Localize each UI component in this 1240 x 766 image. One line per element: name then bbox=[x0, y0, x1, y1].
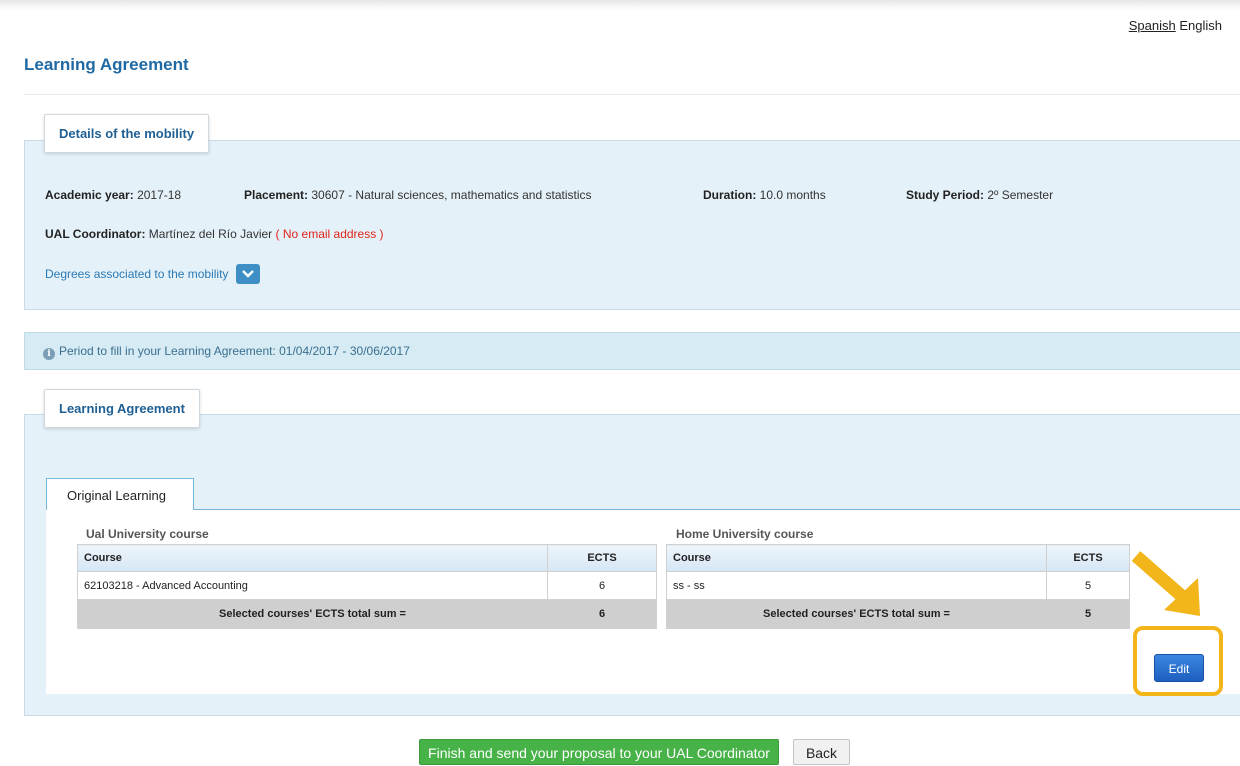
course-header: Course bbox=[666, 544, 1047, 572]
duration-label: Duration: bbox=[703, 188, 757, 202]
chevron-down-icon[interactable] bbox=[235, 264, 260, 284]
academic-year-label: Academic year: bbox=[45, 188, 134, 202]
no-email-notice: ( No email address ) bbox=[275, 227, 384, 241]
placement-value: 30607 - Natural sciences, mathematics an… bbox=[311, 188, 592, 202]
table-row: ss - ss 5 bbox=[666, 571, 1130, 600]
duration: Duration: 10.0 months bbox=[703, 188, 826, 202]
ual-coordinator: UAL Coordinator: Martínez del Río Javier… bbox=[45, 227, 384, 241]
back-button[interactable]: Back bbox=[793, 739, 850, 765]
ects-header: ECTS bbox=[1046, 544, 1130, 572]
course-header: Course bbox=[77, 544, 548, 572]
lang-english-label: English bbox=[1179, 18, 1222, 33]
mobility-details-panel: Academic year: 2017-18 Placement: 30607 … bbox=[24, 140, 1240, 310]
coordinator-label: UAL Coordinator: bbox=[45, 227, 146, 241]
table-row: 62103218 - Advanced Accounting 6 bbox=[77, 571, 657, 600]
lang-spanish-link[interactable]: Spanish bbox=[1129, 18, 1176, 33]
total-label: Selected courses' ECTS total sum = bbox=[666, 599, 1047, 629]
study-period-value: 2º Semester bbox=[987, 188, 1054, 202]
degrees-link[interactable]: Degrees associated to the mobility bbox=[45, 267, 228, 281]
placement: Placement: 30607 - Natural sciences, mat… bbox=[244, 188, 592, 202]
language-switcher: Spanish English bbox=[1129, 18, 1222, 33]
home-course-table: Course ECTS ss - ss 5 Selected courses' … bbox=[666, 544, 1130, 629]
ects-header: ECTS bbox=[547, 544, 657, 572]
details-tab: Details of the mobility bbox=[44, 114, 210, 153]
ual-course-table: Course ECTS 62103218 - Advanced Accounti… bbox=[77, 544, 657, 629]
period-text: Period to fill in your Learning Agreemen… bbox=[59, 344, 410, 358]
table-header-row: Course ECTS bbox=[77, 544, 657, 572]
ects-cell: 6 bbox=[547, 571, 657, 600]
total-value: 6 bbox=[547, 599, 657, 629]
learning-agreement-tab: Learning Agreement bbox=[44, 389, 200, 428]
top-shadow bbox=[0, 0, 1240, 10]
study-period-label: Study Period: bbox=[906, 188, 985, 202]
edit-button[interactable]: Edit bbox=[1154, 654, 1204, 682]
academic-year: Academic year: 2017-18 bbox=[45, 188, 181, 202]
ual-course-caption: Ual University course bbox=[86, 527, 209, 541]
home-course-caption: Home University course bbox=[676, 527, 814, 541]
academic-year-value: 2017-18 bbox=[137, 188, 182, 202]
ects-cell: 5 bbox=[1046, 571, 1130, 600]
duration-value: 10.0 months bbox=[759, 188, 826, 202]
course-cell: ss - ss bbox=[666, 571, 1047, 600]
page-title: Learning Agreement bbox=[24, 55, 189, 74]
finish-send-button[interactable]: Finish and send your proposal to your UA… bbox=[419, 739, 779, 765]
course-cell: 62103218 - Advanced Accounting bbox=[77, 571, 548, 600]
arrow-icon bbox=[1131, 551, 1200, 616]
total-row: Selected courses' ECTS total sum = 5 bbox=[666, 599, 1130, 629]
placement-label: Placement: bbox=[244, 188, 309, 202]
tab-original-learning[interactable]: Original Learning bbox=[46, 478, 194, 510]
degrees-toggle[interactable]: Degrees associated to the mobility bbox=[45, 264, 260, 285]
total-value: 5 bbox=[1046, 599, 1130, 629]
info-icon: i bbox=[43, 348, 55, 360]
table-header-row: Course ECTS bbox=[666, 544, 1130, 572]
period-info: i Period to fill in your Learning Agreeme… bbox=[43, 344, 410, 360]
period-info-bar: i Period to fill in your Learning Agreeme… bbox=[24, 332, 1240, 370]
study-period: Study Period: 2º Semester bbox=[906, 188, 1053, 202]
total-label: Selected courses' ECTS total sum = bbox=[77, 599, 548, 629]
coordinator-name: Martínez del Río Javier bbox=[148, 227, 273, 241]
total-row: Selected courses' ECTS total sum = 6 bbox=[77, 599, 657, 629]
title-divider bbox=[24, 94, 1240, 95]
